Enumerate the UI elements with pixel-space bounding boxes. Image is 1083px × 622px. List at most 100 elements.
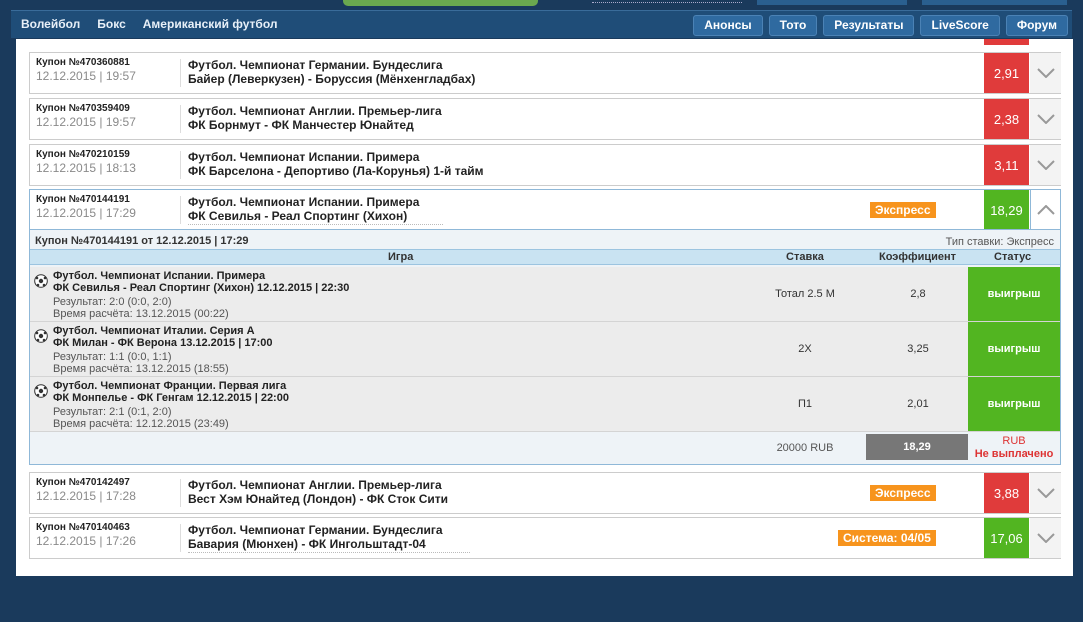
calc-time: Время расчёта: 13.12.2015 (18:55) [53,363,229,375]
system-badge: Система: 04/05 [838,530,936,546]
nav-volleyball[interactable]: Волейбол [21,17,80,31]
details-column-headers: Игра Ставка Коэффициент Статус [30,249,1060,265]
total-coefficient: 18,29 [866,434,968,460]
coupon-league: Футбол. Чемпионат Англии. Премьер-лига [188,478,442,492]
football-icon [34,384,48,398]
coupon-row[interactable]: Купон №470360881 12.12.2015 | 19:57 Футб… [29,52,1061,94]
expand-button[interactable] [1030,99,1061,139]
tab-announcements[interactable]: Анонсы [693,15,763,36]
coupon-number: Купон №470360881 [36,57,130,68]
match-teams: ФК Монпелье - ФК Генгам 12.12.2015 | 22:… [53,392,289,404]
coupon-number: Купон №470359409 [36,103,130,114]
expand-button[interactable] [1030,518,1061,558]
divider [180,151,181,179]
coupon-match: ФК Борнмут - ФК Манчестер Юнайтед [188,118,414,132]
divider [180,105,181,133]
coupon-match: Бавария (Мюнхен) - ФК Ингольштадт-04 [188,537,426,551]
details-row: Футбол. Чемпионат Франции. Первая лига Ф… [30,377,1060,432]
col-coefficient: Коэффициент [879,251,957,263]
chevron-down-icon [1036,488,1055,498]
express-badge: Экспресс [870,485,936,501]
sports-navbar: Волейбол Бокс Американский футбол Анонсы… [11,10,1072,38]
calc-time: Время расчёта: 12.12.2015 (23:49) [53,418,229,430]
match-result: Результат: 1:1 (0:0, 1:1) [53,351,172,363]
stake-type: Тотал 2.5 М [775,288,835,300]
divider [180,524,181,552]
football-icon [34,329,48,343]
football-icon [34,274,48,288]
details-row: Футбол. Чемпионат Испании. Примера ФК Се… [30,267,1060,322]
coupon-history-panel: Купон №470360881 12.12.2015 | 19:57 Футб… [16,39,1073,576]
nav-american-football[interactable]: Американский футбол [143,17,278,31]
top-blue-tab-2[interactable] [922,0,1067,5]
coupon-match: Байер (Леверкузен) - Боруссия (Мёнхенгла… [188,72,476,86]
top-green-tab[interactable] [343,0,538,6]
nav-boxing[interactable]: Бокс [97,17,125,31]
coupon-date: 12.12.2015 | 17:26 [36,534,136,548]
payout-status: Не выплачено [974,448,1054,460]
collapse-button[interactable] [1030,189,1061,230]
coupon-match: ФК Севилья - Реал Спортинг (Хихон) [188,209,408,223]
tab-results[interactable]: Результаты [823,15,915,36]
coupon-odds: 3,11 [984,145,1029,185]
express-badge: Экспресс [870,202,936,218]
stake-type: П1 [797,398,813,410]
coupon-date: 12.12.2015 | 19:57 [36,69,136,83]
match-league: Футбол. Чемпионат Испании. Примера [53,270,266,282]
chevron-up-icon [1036,205,1055,215]
coupon-league: Футбол. Чемпионат Англии. Премьер-лига [188,104,442,118]
chevron-down-icon [1036,533,1055,543]
coefficient: 3,25 [907,343,929,355]
coupon-row[interactable]: Купон №470210159 12.12.2015 | 18:13 Футб… [29,144,1061,186]
coupon-row[interactable]: Купон №470142497 12.12.2015 | 17:28 Футб… [29,472,1061,514]
coupon-odds: 2,38 [984,99,1029,139]
coupon-details: Купон №470144191 от 12.12.2015 | 17:29 Т… [29,229,1061,465]
details-total-row: 20000 RUB 18,29 RUB Не выплачено [30,433,1060,464]
calc-time: Время расчёта: 13.12.2015 (00:22) [53,308,229,320]
expand-button[interactable] [1030,473,1061,513]
status-badge: выигрыш [968,377,1060,431]
coupon-odds: 18,29 [984,190,1029,230]
details-row: Футбол. Чемпионат Италии. Серия А ФК Мил… [30,322,1060,377]
section-tabs: Анонсы Тото Результаты LiveScore Форум [693,15,1068,36]
coupon-row-expanded[interactable]: Купон №470144191 12.12.2015 | 17:29 Футб… [29,189,1061,231]
coupon-odds: 17,06 [984,518,1029,558]
top-blue-tab-1[interactable] [757,0,907,5]
payout-currency: RUB [1002,435,1026,447]
previous-coupon-odds-edge [984,39,1029,45]
chevron-down-icon [1036,68,1055,78]
coupon-row[interactable]: Купон №470359409 12.12.2015 | 19:57 Футб… [29,98,1061,140]
coupon-date: 12.12.2015 | 17:29 [36,206,136,220]
coupon-odds: 2,91 [984,53,1029,93]
tab-forum[interactable]: Форум [1005,15,1068,36]
expand-button[interactable] [1030,145,1061,185]
match-teams: ФК Севилья - Реал Спортинг (Хихон) 12.12… [53,282,350,294]
coefficient: 2,01 [907,398,929,410]
tab-livescore[interactable]: LiveScore [920,15,1000,36]
tab-toto[interactable]: Тото [768,15,818,36]
coupon-league: Футбол. Чемпионат Испании. Примера [188,195,420,209]
chevron-down-icon [1036,114,1055,124]
chevron-down-icon [1036,160,1055,170]
stake-type: 2X [798,343,812,355]
dotted-underline [188,552,470,553]
match-result: Результат: 2:0 (0:0, 2:0) [53,296,172,308]
col-game: Игра [388,251,414,263]
top-dotted-link [592,0,742,3]
coupon-row[interactable]: Купон №470140463 12.12.2015 | 17:26 Футб… [29,517,1061,559]
coefficient: 2,8 [910,288,926,300]
coupon-number: Купон №470140463 [36,522,130,533]
coupon-league: Футбол. Чемпионат Испании. Примера [188,150,420,164]
match-result: Результат: 2:1 (0:1, 2:0) [53,406,172,418]
dotted-underline [188,224,443,225]
match-teams: ФК Милан - ФК Верона 13.12.2015 | 17:00 [53,337,273,349]
coupon-number: Купон №470210159 [36,149,130,160]
coupon-league: Футбол. Чемпионат Германии. Бундеслига [188,58,443,72]
match-league: Футбол. Чемпионат Италии. Серия А [53,325,255,337]
coupon-odds: 3,88 [984,473,1029,513]
coupon-date: 12.12.2015 | 17:28 [36,489,136,503]
coupon-date: 12.12.2015 | 18:13 [36,161,136,175]
sport-links: Волейбол Бокс Американский футбол [21,17,295,31]
coupon-match: Вест Хэм Юнайтед (Лондон) - ФК Сток Сити [188,492,449,506]
expand-button[interactable] [1030,53,1061,93]
